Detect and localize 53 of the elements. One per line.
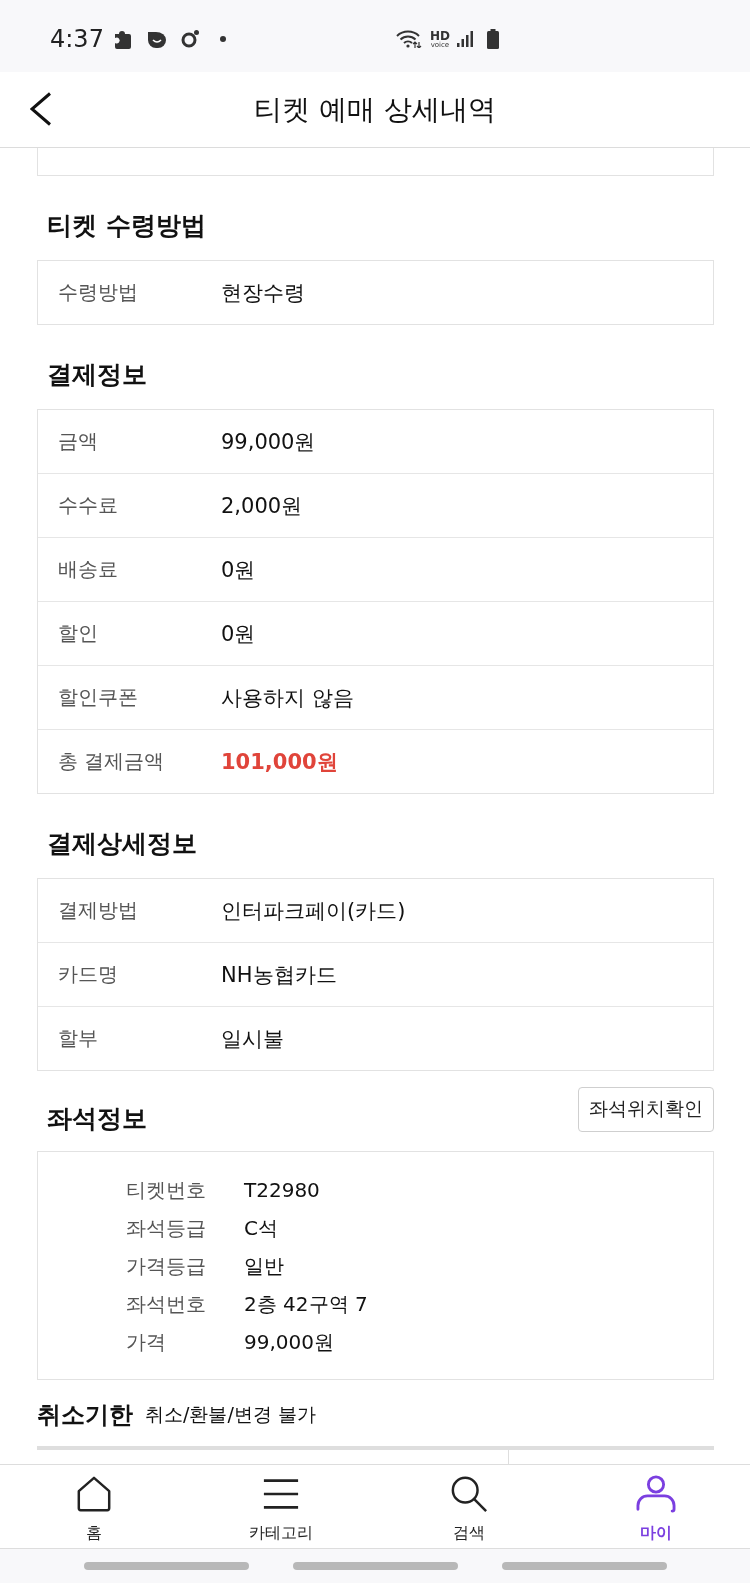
row-label: 좌석등급 bbox=[126, 1214, 207, 1242]
section-title: 취소기한 bbox=[37, 1400, 133, 1431]
row-value: 99,000원 bbox=[244, 1328, 334, 1356]
row-value: 일시불 bbox=[221, 1025, 284, 1053]
row-label: 배송료 bbox=[58, 556, 119, 583]
smiley-bubble-icon bbox=[145, 30, 168, 48]
row-label: 좌석번호 bbox=[126, 1290, 207, 1318]
puzzle-icon bbox=[113, 29, 132, 49]
row-label: 금액 bbox=[58, 428, 99, 455]
row-label: 할인 bbox=[58, 620, 99, 647]
notification-dot-icon bbox=[219, 36, 226, 42]
signal-icon bbox=[456, 31, 473, 47]
row-value: 0원 bbox=[221, 556, 256, 584]
row-value: 일반 bbox=[244, 1252, 284, 1280]
wifi-icon bbox=[395, 30, 422, 48]
row-label: 수수료 bbox=[58, 492, 119, 519]
section-title: 좌석정보 bbox=[47, 1102, 147, 1135]
section-title: 결제상세정보 bbox=[46, 828, 198, 860]
ring-icon bbox=[179, 29, 200, 49]
status-time: 4:37 bbox=[50, 25, 104, 53]
search-icon bbox=[449, 1475, 488, 1513]
nav-tab[interactable]: 홈 bbox=[0, 1465, 188, 1548]
seat-location-button[interactable]: 좌석위치확인 bbox=[578, 1086, 714, 1132]
nav-tab[interactable]: 마이 bbox=[562, 1465, 750, 1548]
row-value: 인터파크페이(카드) bbox=[221, 897, 406, 925]
row-label: 총 결제금액 bbox=[58, 748, 166, 775]
row-label: 수령방법 bbox=[58, 279, 139, 306]
row-value: 사용하지 않음 bbox=[221, 684, 354, 712]
row-value: T22980 bbox=[244, 1178, 320, 1202]
row-value: 99,000원 bbox=[221, 428, 316, 456]
row-value: 101,000원 bbox=[221, 748, 338, 776]
row-label: 가격등급 bbox=[126, 1252, 207, 1280]
row-label: 티켓번호 bbox=[126, 1176, 207, 1204]
row-value: 현장수령 bbox=[221, 279, 305, 307]
row-value: 2,000원 bbox=[221, 492, 303, 520]
row-label: 할부 bbox=[58, 1025, 99, 1052]
page-title: 티켓 예매 상세내역 bbox=[254, 91, 496, 128]
row-label: 할인쿠폰 bbox=[58, 684, 139, 711]
row-value: NH농협카드 bbox=[221, 961, 337, 989]
person-icon bbox=[635, 1475, 678, 1513]
row-label: 가격 bbox=[126, 1328, 167, 1356]
section-title: 티켓 수령방법 bbox=[46, 210, 207, 242]
row-value: 2층 42구역 7 bbox=[244, 1290, 368, 1318]
section-title: 결제정보 bbox=[46, 359, 148, 391]
row-value: C석 bbox=[244, 1214, 278, 1242]
row-label: 결제방법 bbox=[58, 897, 139, 924]
nav-tab[interactable]: 검색 bbox=[375, 1465, 563, 1548]
nav-tab[interactable]: 카테고리 bbox=[187, 1465, 375, 1548]
row-label: 카드명 bbox=[58, 961, 119, 988]
row-value: 0원 bbox=[221, 620, 256, 648]
cancel-deadline-text: 취소/환불/변경 불가 bbox=[145, 1402, 316, 1427]
battery-icon bbox=[486, 29, 499, 49]
back-icon bbox=[30, 92, 52, 126]
